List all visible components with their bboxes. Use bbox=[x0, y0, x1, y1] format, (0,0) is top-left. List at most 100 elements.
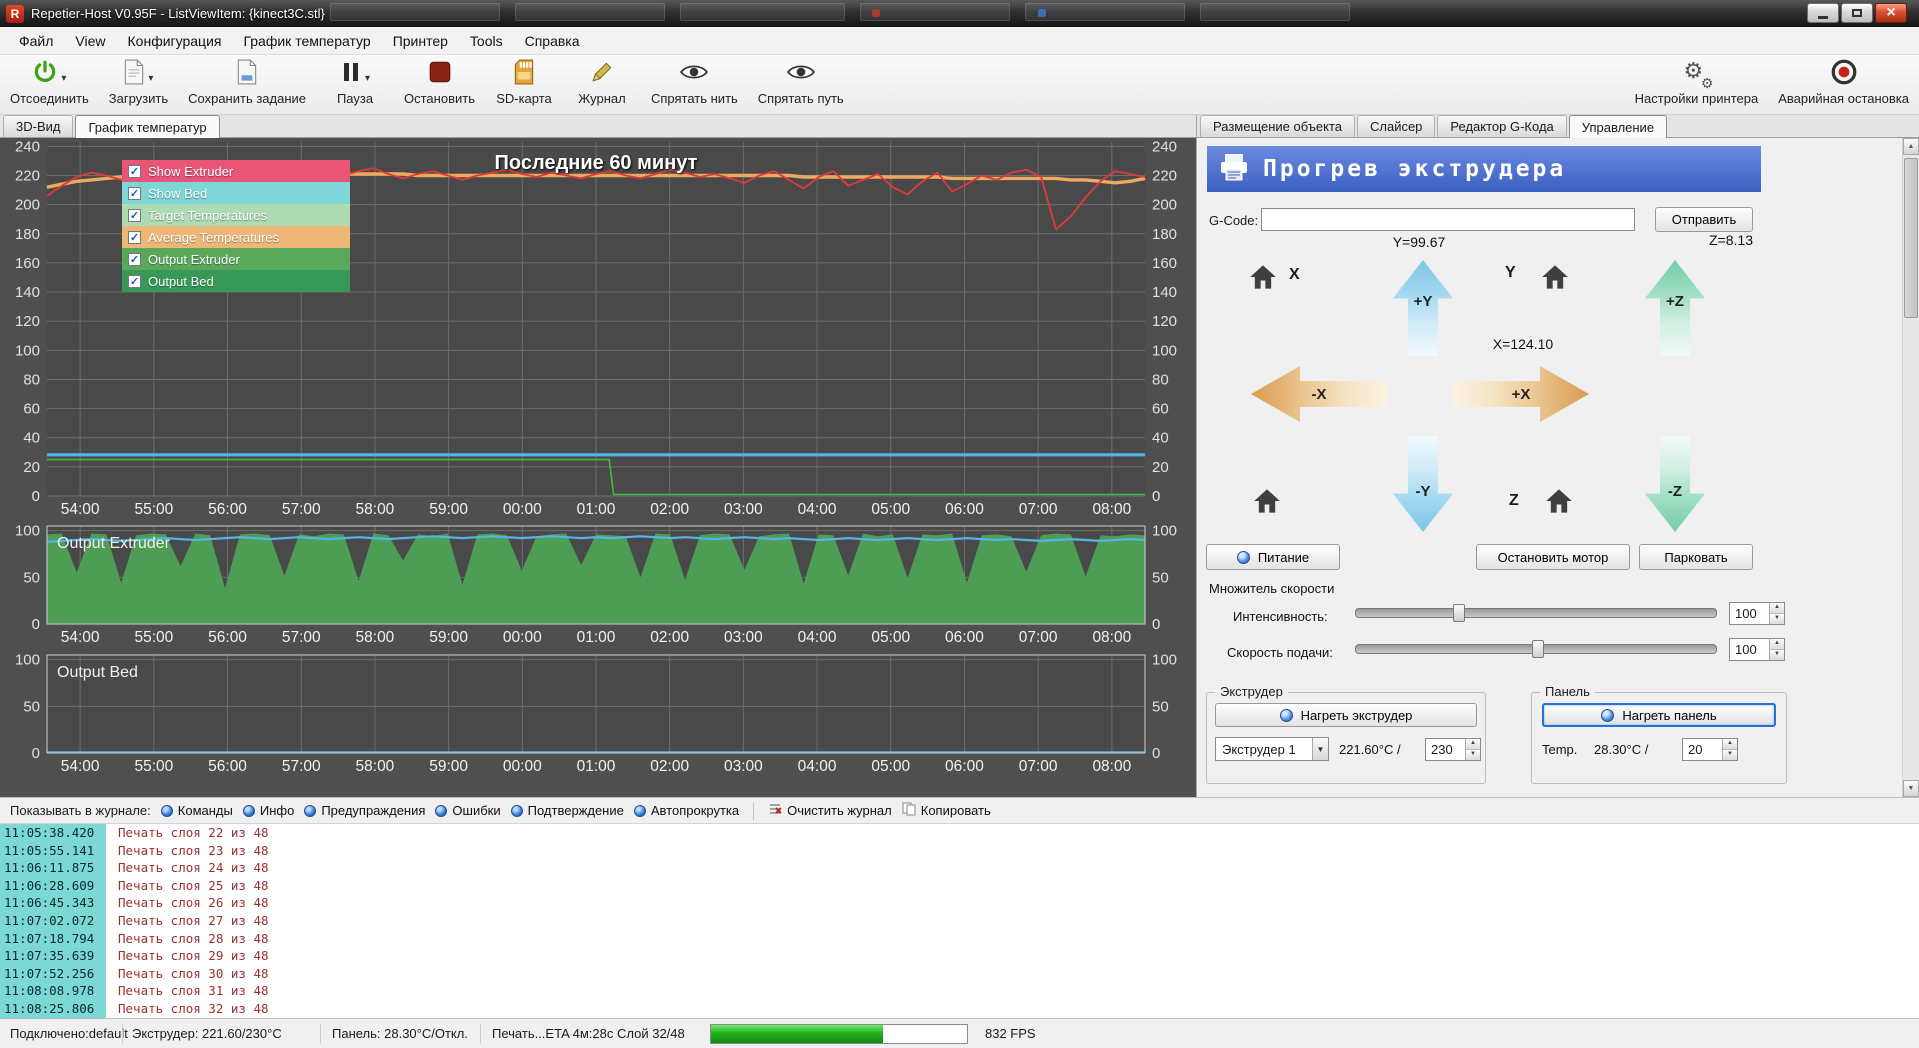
tab-gcode-editor[interactable]: Редактор G-Кода bbox=[1437, 115, 1566, 137]
spinner-up-icon[interactable]: ▲ bbox=[1723, 739, 1737, 750]
menu-file[interactable]: Файл bbox=[8, 29, 64, 53]
scroll-up-button[interactable]: ▲ bbox=[1903, 138, 1919, 155]
emergency-stop-button[interactable]: Аварийная остановка bbox=[1778, 59, 1909, 106]
dropdown-arrow-icon[interactable]: ▾ bbox=[61, 73, 66, 84]
flowrate-slider[interactable] bbox=[1355, 604, 1717, 622]
menu-tools[interactable]: Tools bbox=[459, 29, 514, 53]
stop-button[interactable]: Остановить bbox=[404, 59, 475, 106]
minimize-button[interactable] bbox=[1807, 3, 1839, 23]
legend-item[interactable]: ✓Output Extruder bbox=[122, 248, 350, 270]
gcode-input[interactable] bbox=[1261, 208, 1635, 231]
extruder-select[interactable]: Экструдер 1▼ bbox=[1215, 737, 1329, 761]
park-button[interactable]: Парковать bbox=[1639, 544, 1753, 570]
svg-text:04:00: 04:00 bbox=[798, 501, 837, 516]
spinner-down-icon[interactable]: ▼ bbox=[1770, 650, 1784, 660]
spinner-up-icon[interactable]: ▲ bbox=[1466, 739, 1480, 750]
legend-item[interactable]: ✓Target Temperatures bbox=[122, 204, 350, 226]
log-filter-button[interactable]: Инфо bbox=[243, 803, 294, 818]
log-filter-button[interactable]: Автопрокрутка bbox=[634, 803, 739, 818]
printer-settings-button[interactable]: ⚙⚙ Настройки принтера bbox=[1635, 59, 1759, 106]
feedrate-slider[interactable] bbox=[1355, 640, 1717, 658]
log-filter-button[interactable]: Команды bbox=[161, 803, 233, 818]
home-z-icon[interactable] bbox=[1545, 488, 1573, 514]
log-filter-button[interactable]: Подтверждение bbox=[511, 803, 624, 818]
save-job-button[interactable]: Сохранить задание bbox=[188, 59, 306, 106]
checkbox-icon[interactable]: ✓ bbox=[128, 165, 141, 178]
stop-motor-button[interactable]: Остановить мотор bbox=[1476, 544, 1630, 570]
bed-target-spinner[interactable]: 20▲▼ bbox=[1682, 738, 1738, 761]
heat-bed-button[interactable]: Нагреть панель bbox=[1542, 703, 1776, 727]
jog-plus-y-button[interactable]: +Y bbox=[1393, 260, 1453, 356]
log-filter-button[interactable]: Предупраждения bbox=[304, 803, 425, 818]
spinner-down-icon[interactable]: ▼ bbox=[1466, 750, 1480, 760]
separator bbox=[753, 802, 754, 820]
spinner-arrows[interactable]: ▲▼ bbox=[1465, 739, 1480, 760]
slider-thumb[interactable] bbox=[1453, 604, 1465, 622]
menu-help[interactable]: Справка bbox=[514, 29, 591, 53]
tab-manual-control[interactable]: Управление bbox=[1569, 115, 1667, 138]
legend-item[interactable]: ✓Output Bed bbox=[122, 270, 350, 292]
tab-temp-curve[interactable]: График температур bbox=[75, 115, 219, 138]
chevron-down-icon[interactable]: ▼ bbox=[1312, 738, 1328, 760]
jog-minus-y-button[interactable]: -Y bbox=[1393, 436, 1453, 532]
checkbox-icon[interactable]: ✓ bbox=[128, 209, 141, 222]
tab-object-placement[interactable]: Размещение объекта bbox=[1200, 115, 1355, 137]
sd-card-button[interactable]: SD-карта bbox=[495, 59, 553, 106]
legend-item[interactable]: ✓Show Bed bbox=[122, 182, 350, 204]
menu-temp-curve[interactable]: График температур bbox=[232, 29, 381, 53]
checkbox-icon[interactable]: ✓ bbox=[128, 275, 141, 288]
dropdown-arrow-icon[interactable]: ▾ bbox=[365, 73, 370, 84]
log-toggle-button[interactable]: Журнал bbox=[573, 59, 631, 106]
extruder-target-spinner[interactable]: 230▲▼ bbox=[1425, 738, 1481, 761]
dropdown-arrow-icon[interactable]: ▾ bbox=[148, 73, 153, 84]
feedrate-spinner[interactable]: 100▲▼ bbox=[1729, 638, 1785, 661]
close-button[interactable]: × bbox=[1875, 3, 1907, 23]
checkbox-icon[interactable]: ✓ bbox=[128, 231, 141, 244]
home-all-icon[interactable] bbox=[1253, 488, 1281, 514]
menu-view[interactable]: View bbox=[64, 29, 116, 53]
power-button[interactable]: Питание bbox=[1206, 544, 1340, 570]
maximize-button[interactable] bbox=[1841, 3, 1873, 23]
output-bed-chart: 00505010010054:0055:0056:0057:0058:0059:… bbox=[0, 653, 1196, 775]
log-row: 11:07:02.072Печать слоя 27 из 48 bbox=[0, 912, 1919, 930]
disconnect-button[interactable]: ▾ Отсоединить bbox=[10, 59, 89, 106]
spinner-up-icon[interactable]: ▲ bbox=[1770, 603, 1784, 614]
spinner-down-icon[interactable]: ▼ bbox=[1723, 750, 1737, 760]
control-scrollbar[interactable]: ▲ ▼ bbox=[1902, 138, 1919, 797]
spinner-down-icon[interactable]: ▼ bbox=[1770, 614, 1784, 624]
slider-thumb[interactable] bbox=[1532, 640, 1544, 658]
svg-text:54:00: 54:00 bbox=[61, 501, 100, 516]
legend-item[interactable]: ✓Show Extruder bbox=[122, 160, 350, 182]
scroll-down-button[interactable]: ▼ bbox=[1903, 780, 1919, 797]
copy-log-button[interactable]: Копировать bbox=[902, 802, 991, 819]
jog-minus-z-button[interactable]: -Z bbox=[1645, 436, 1705, 532]
tab-3d-view[interactable]: 3D-Вид bbox=[3, 115, 73, 137]
hide-travel-button[interactable]: Спрятать путь bbox=[758, 59, 844, 106]
heat-extruder-button[interactable]: Нагреть экструдер bbox=[1215, 703, 1477, 727]
jog-plus-x-button[interactable]: +X bbox=[1453, 366, 1589, 422]
jog-plus-z-button[interactable]: +Z bbox=[1645, 260, 1705, 356]
checkbox-icon[interactable]: ✓ bbox=[128, 187, 141, 200]
home-x-icon[interactable] bbox=[1249, 264, 1277, 290]
checkbox-icon[interactable]: ✓ bbox=[128, 253, 141, 266]
hide-filament-button[interactable]: Спрятать нить bbox=[651, 59, 738, 106]
svg-text:40: 40 bbox=[23, 430, 40, 447]
menu-config[interactable]: Конфигурация bbox=[117, 29, 233, 53]
scrollbar-thumb[interactable] bbox=[1904, 158, 1918, 318]
tab-slicer[interactable]: Слайсер bbox=[1357, 115, 1435, 137]
log-filter-button[interactable]: Ошибки bbox=[435, 803, 500, 818]
home-y-icon[interactable] bbox=[1541, 264, 1569, 290]
spinner-arrows[interactable]: ▲▼ bbox=[1769, 603, 1784, 624]
send-gcode-button[interactable]: Отправить bbox=[1655, 207, 1753, 232]
flowrate-spinner[interactable]: 100▲▼ bbox=[1729, 602, 1785, 625]
legend-item[interactable]: ✓Average Temperatures bbox=[122, 226, 350, 248]
spinner-arrows[interactable]: ▲▼ bbox=[1769, 639, 1784, 660]
chart-legend: ✓Show Extruder ✓Show Bed ✓Target Tempera… bbox=[122, 160, 350, 292]
spinner-up-icon[interactable]: ▲ bbox=[1770, 639, 1784, 650]
jog-minus-x-button[interactable]: -X bbox=[1251, 366, 1387, 422]
pause-button[interactable]: ▾ Пауза bbox=[326, 59, 384, 106]
clear-log-button[interactable]: Очистить журнал bbox=[768, 802, 892, 819]
menu-printer[interactable]: Принтер bbox=[382, 29, 459, 53]
load-button[interactable]: ▾ Загрузить bbox=[109, 59, 168, 106]
spinner-arrows[interactable]: ▲▼ bbox=[1722, 739, 1737, 760]
